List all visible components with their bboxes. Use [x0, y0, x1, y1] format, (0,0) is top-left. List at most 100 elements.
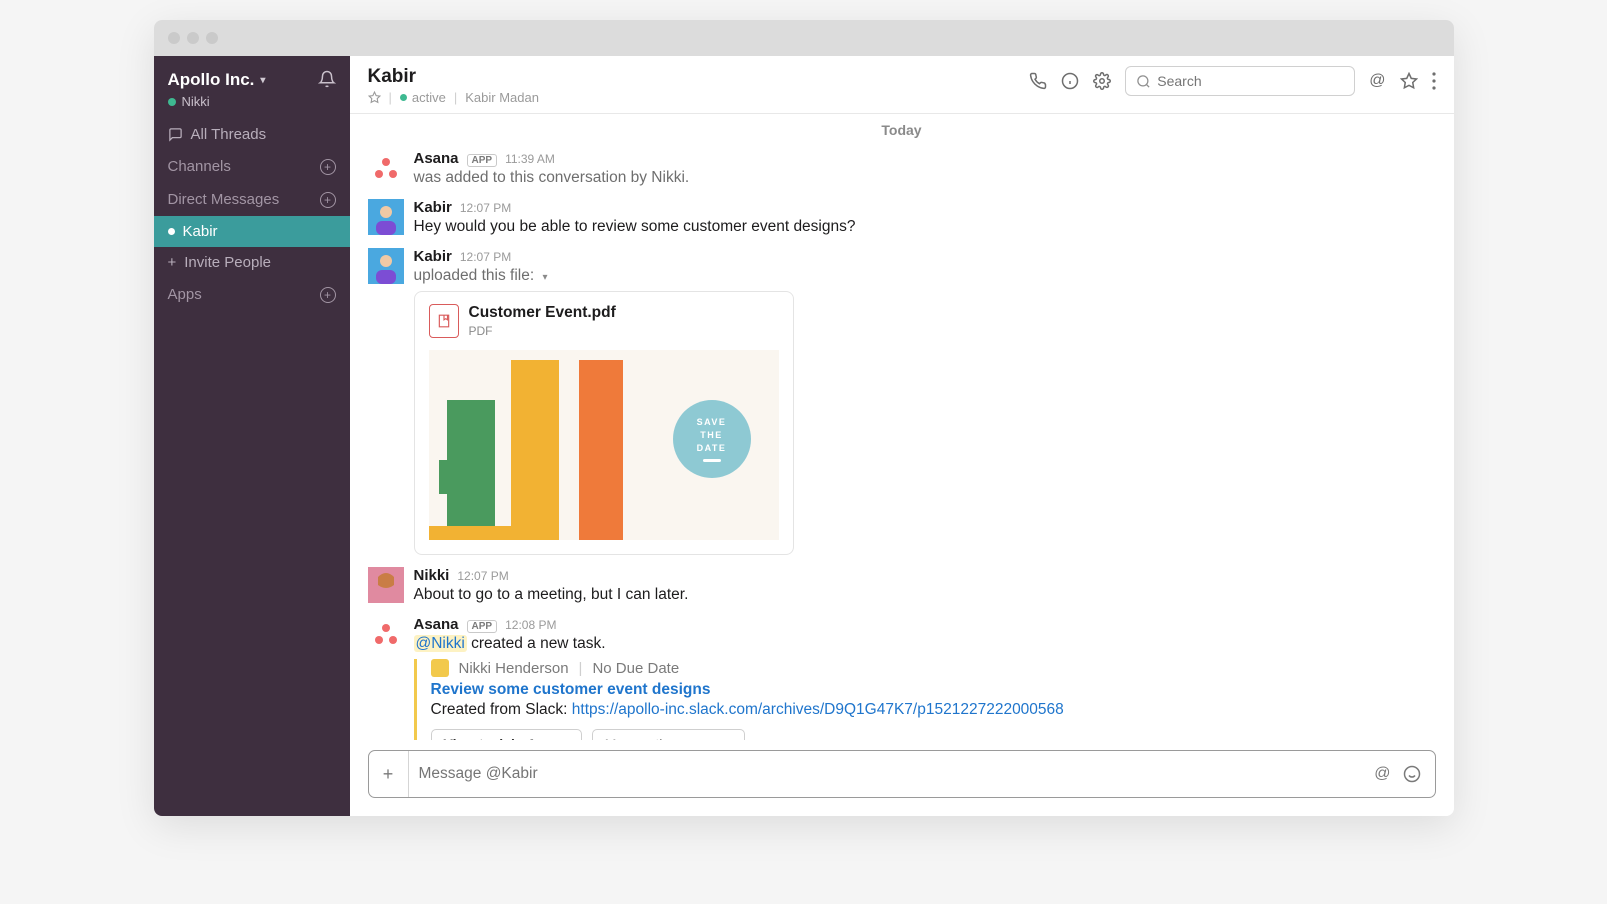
message: Asana APP 12:08 PM @Nikki created a new …: [368, 610, 1436, 740]
save-the-date-badge: SAVETHEDATE: [673, 400, 751, 478]
avatar-kabir: [368, 248, 404, 284]
message-time: 11:39 AM: [505, 152, 555, 166]
message-author: Kabir: [414, 248, 452, 265]
app-window: Apollo Inc. ▾ Nikki All: [154, 20, 1454, 816]
emoji-icon[interactable]: [1403, 765, 1421, 783]
app-badge: APP: [467, 620, 498, 633]
settings-icon[interactable]: [1093, 72, 1111, 90]
direct-messages-label: Direct Messages: [168, 191, 280, 208]
mentions-icon[interactable]: @: [1369, 72, 1385, 90]
attach-icon[interactable]: +: [369, 751, 409, 797]
add-app-icon[interactable]: +: [320, 287, 336, 303]
message-text: was added to this conversation by Nikki.: [414, 169, 1436, 187]
chevron-down-icon[interactable]: [538, 267, 547, 284]
all-threads-label: All Threads: [191, 126, 267, 143]
task-title-link[interactable]: Review some customer event designs: [431, 681, 1436, 699]
pdf-icon: [429, 304, 459, 338]
current-user-name: Nikki: [182, 94, 210, 109]
presence-dot-icon: [168, 228, 175, 235]
message-time: 12:07 PM: [460, 201, 511, 215]
slack-permalink[interactable]: https://apollo-inc.slack.com/archives/D9…: [572, 701, 1064, 718]
current-user: Nikki: [168, 94, 266, 109]
dm-item-kabir[interactable]: Kabir: [154, 216, 350, 247]
view-task-button[interactable]: View task in Asana: [431, 729, 582, 740]
mention[interactable]: @Nikki: [414, 635, 467, 652]
direct-messages-section[interactable]: Direct Messages +: [154, 183, 350, 216]
message: Asana APP 11:39 AM was added to this con…: [368, 144, 1436, 193]
apps-label: Apps: [168, 286, 202, 303]
star-outline-icon[interactable]: [1400, 72, 1418, 90]
add-dm-icon[interactable]: +: [320, 192, 336, 208]
workspace-switcher[interactable]: Apollo Inc. ▾: [168, 70, 266, 90]
window-titlebar: [154, 20, 1454, 56]
add-channel-icon[interactable]: +: [320, 159, 336, 175]
channel-title: Kabir: [368, 66, 539, 88]
invite-label: Invite People: [184, 254, 271, 271]
maximize-window[interactable]: [206, 32, 218, 44]
divider: |: [389, 90, 392, 105]
message-time: 12:07 PM: [457, 569, 508, 583]
full-name: Kabir Madan: [465, 90, 539, 105]
chat-icon: [168, 127, 183, 142]
more-icon[interactable]: [1432, 72, 1436, 90]
mention-icon[interactable]: @: [1374, 765, 1390, 783]
message-author: Nikki: [414, 567, 450, 584]
message: Kabir 12:07 PM Hey would you be able to …: [368, 193, 1436, 242]
apps-section[interactable]: Apps +: [154, 278, 350, 311]
avatar-asana: [368, 616, 404, 652]
message-composer: + @: [368, 750, 1436, 798]
avatar-nikki: [368, 567, 404, 603]
composer-input[interactable]: [409, 751, 1361, 797]
due-date: No Due Date: [592, 660, 679, 677]
assignee-avatar: [431, 659, 449, 677]
traffic-lights: [168, 32, 218, 44]
message-author: Asana: [414, 616, 459, 633]
channels-label: Channels: [168, 158, 231, 175]
message-text: About to go to a meeting, but I can late…: [414, 586, 1436, 604]
workspace-name: Apollo Inc.: [168, 70, 255, 90]
info-icon[interactable]: [1061, 72, 1079, 90]
search-input[interactable]: [1157, 73, 1344, 89]
message-time: 12:07 PM: [460, 250, 511, 264]
message: Kabir 12:07 PM uploaded this file:: [368, 242, 1436, 561]
avatar-asana: [368, 150, 404, 186]
presence-indicator: [168, 98, 176, 106]
minimize-window[interactable]: [187, 32, 199, 44]
chevron-down-icon: ▾: [260, 75, 265, 86]
close-window[interactable]: [168, 32, 180, 44]
file-attachment[interactable]: Customer Event.pdf PDF: [414, 291, 794, 555]
file-name: Customer Event.pdf: [469, 304, 616, 322]
assignee-name: Nikki Henderson: [459, 660, 569, 677]
dm-label: Kabir: [183, 223, 218, 240]
message-text: @Nikki created a new task.: [414, 635, 1436, 653]
upload-text: uploaded this file:: [414, 267, 1436, 285]
plus-icon: +: [168, 254, 177, 271]
channels-section[interactable]: Channels +: [154, 150, 350, 183]
invite-people[interactable]: + Invite People: [154, 247, 350, 278]
status-text: active: [412, 90, 446, 105]
main-panel: Kabir | active | Kabir Madan: [350, 56, 1454, 816]
message-author: Kabir: [414, 199, 452, 216]
task-created-text: Created from Slack: https://apollo-inc.s…: [431, 701, 1436, 719]
call-icon[interactable]: [1029, 72, 1047, 90]
active-dot-icon: [400, 94, 407, 101]
search-icon: [1136, 74, 1151, 89]
channel-header: Kabir | active | Kabir Madan: [350, 56, 1454, 114]
message-text: Hey would you be able to review some cus…: [414, 218, 1436, 236]
message-author: Asana: [414, 150, 459, 167]
avatar-kabir: [368, 199, 404, 235]
search-box[interactable]: [1125, 66, 1355, 96]
sidebar: Apollo Inc. ▾ Nikki All: [154, 56, 350, 816]
more-actions-dropdown[interactable]: More actions... ▾: [592, 729, 745, 740]
all-threads[interactable]: All Threads: [154, 119, 350, 150]
file-type: PDF: [469, 324, 616, 338]
message-time: 12:08 PM: [505, 618, 556, 632]
chevron-down-icon: ▾: [725, 735, 732, 740]
asana-task-card: Nikki Henderson | No Due Date Review som…: [414, 659, 1436, 740]
star-icon[interactable]: [368, 91, 381, 104]
app-badge: APP: [467, 154, 498, 167]
file-preview: SAVETHEDATE: [429, 350, 779, 540]
notifications-icon[interactable]: [318, 70, 336, 88]
date-divider: Today: [368, 114, 1436, 144]
message-list: Today Asana APP 11:39 AM was added to th…: [350, 114, 1454, 740]
